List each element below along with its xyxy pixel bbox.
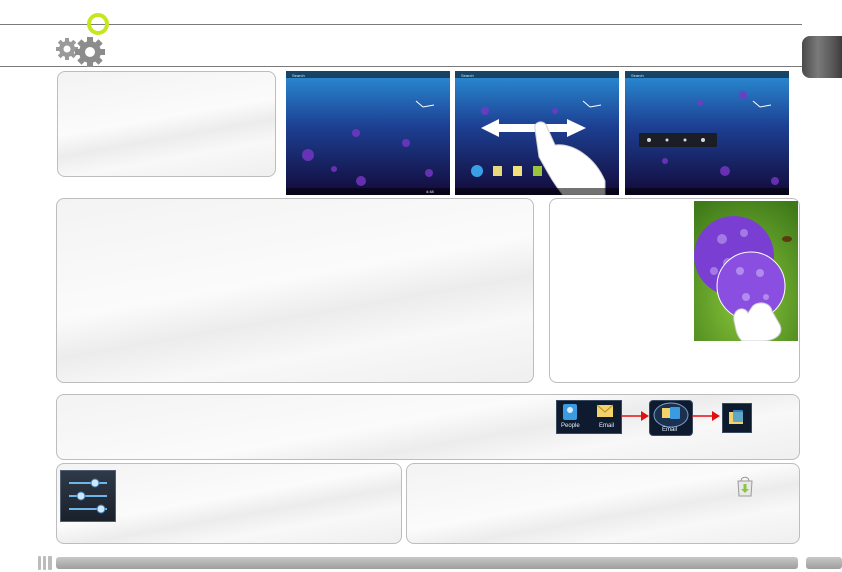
email-label: Email: [599, 423, 615, 429]
quick-search-label: Search: [631, 73, 644, 78]
quick-bar-screenshot: Search: [625, 71, 789, 195]
intro-panel: [57, 71, 276, 177]
folder-icon: [722, 403, 752, 433]
footer-bar-end: [806, 557, 842, 569]
flower-zoom-image: [694, 201, 798, 341]
arrow-right-icon: [692, 411, 720, 421]
footer-stripes: [38, 556, 52, 570]
swipe-screenshot: Search: [455, 71, 619, 195]
arrow-right-icon: [621, 411, 649, 421]
people-label: People: [561, 423, 580, 429]
app-icons-pair: People Email: [556, 400, 622, 434]
merged-folder-icon: Email: [649, 400, 693, 436]
footer-bar-main: [56, 557, 798, 569]
merged-email-label: Email: [662, 427, 678, 433]
home-search-label: Search: [292, 73, 305, 78]
main-text-panel: [56, 198, 534, 383]
download-bag-icon: [737, 476, 753, 497]
home-screen-screenshot: Search 4:48: [286, 71, 450, 195]
swipe-search-label: Search: [461, 73, 474, 78]
settings-sliders-icon: [60, 470, 116, 522]
language-tab: [802, 36, 842, 78]
gears-icon: [56, 13, 109, 67]
folder-sequence: People Email Email: [556, 400, 756, 436]
home-clock: 4:48: [426, 189, 435, 194]
